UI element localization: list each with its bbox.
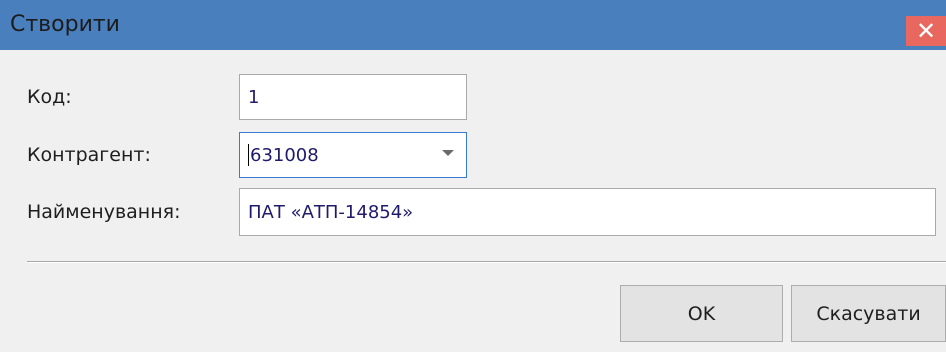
chevron-down-icon[interactable] [442,150,454,156]
separator [27,261,946,263]
counterparty-label: Контрагент: [27,144,151,166]
counterparty-combobox[interactable]: 631008 [239,132,467,178]
create-dialog: Створити ✕ Код: 1 Контрагент: 631008 Най… [0,0,946,352]
ok-button[interactable]: OK [620,285,783,342]
dialog-title: Створити [10,12,120,37]
dialog-titlebar[interactable]: Створити ✕ [0,0,946,50]
cancel-button[interactable]: Скасувати [791,285,946,342]
counterparty-value: 631008 [250,144,319,166]
code-label: Код: [27,86,72,108]
name-label: Найменування: [27,201,181,223]
code-field[interactable]: 1 [239,74,467,120]
text-caret [248,144,249,166]
code-value: 1 [248,86,260,108]
close-button[interactable]: ✕ [906,16,946,46]
close-icon: ✕ [915,17,937,45]
name-value: ПАТ «АТП-14854» [248,201,414,223]
name-field[interactable]: ПАТ «АТП-14854» [239,188,936,236]
